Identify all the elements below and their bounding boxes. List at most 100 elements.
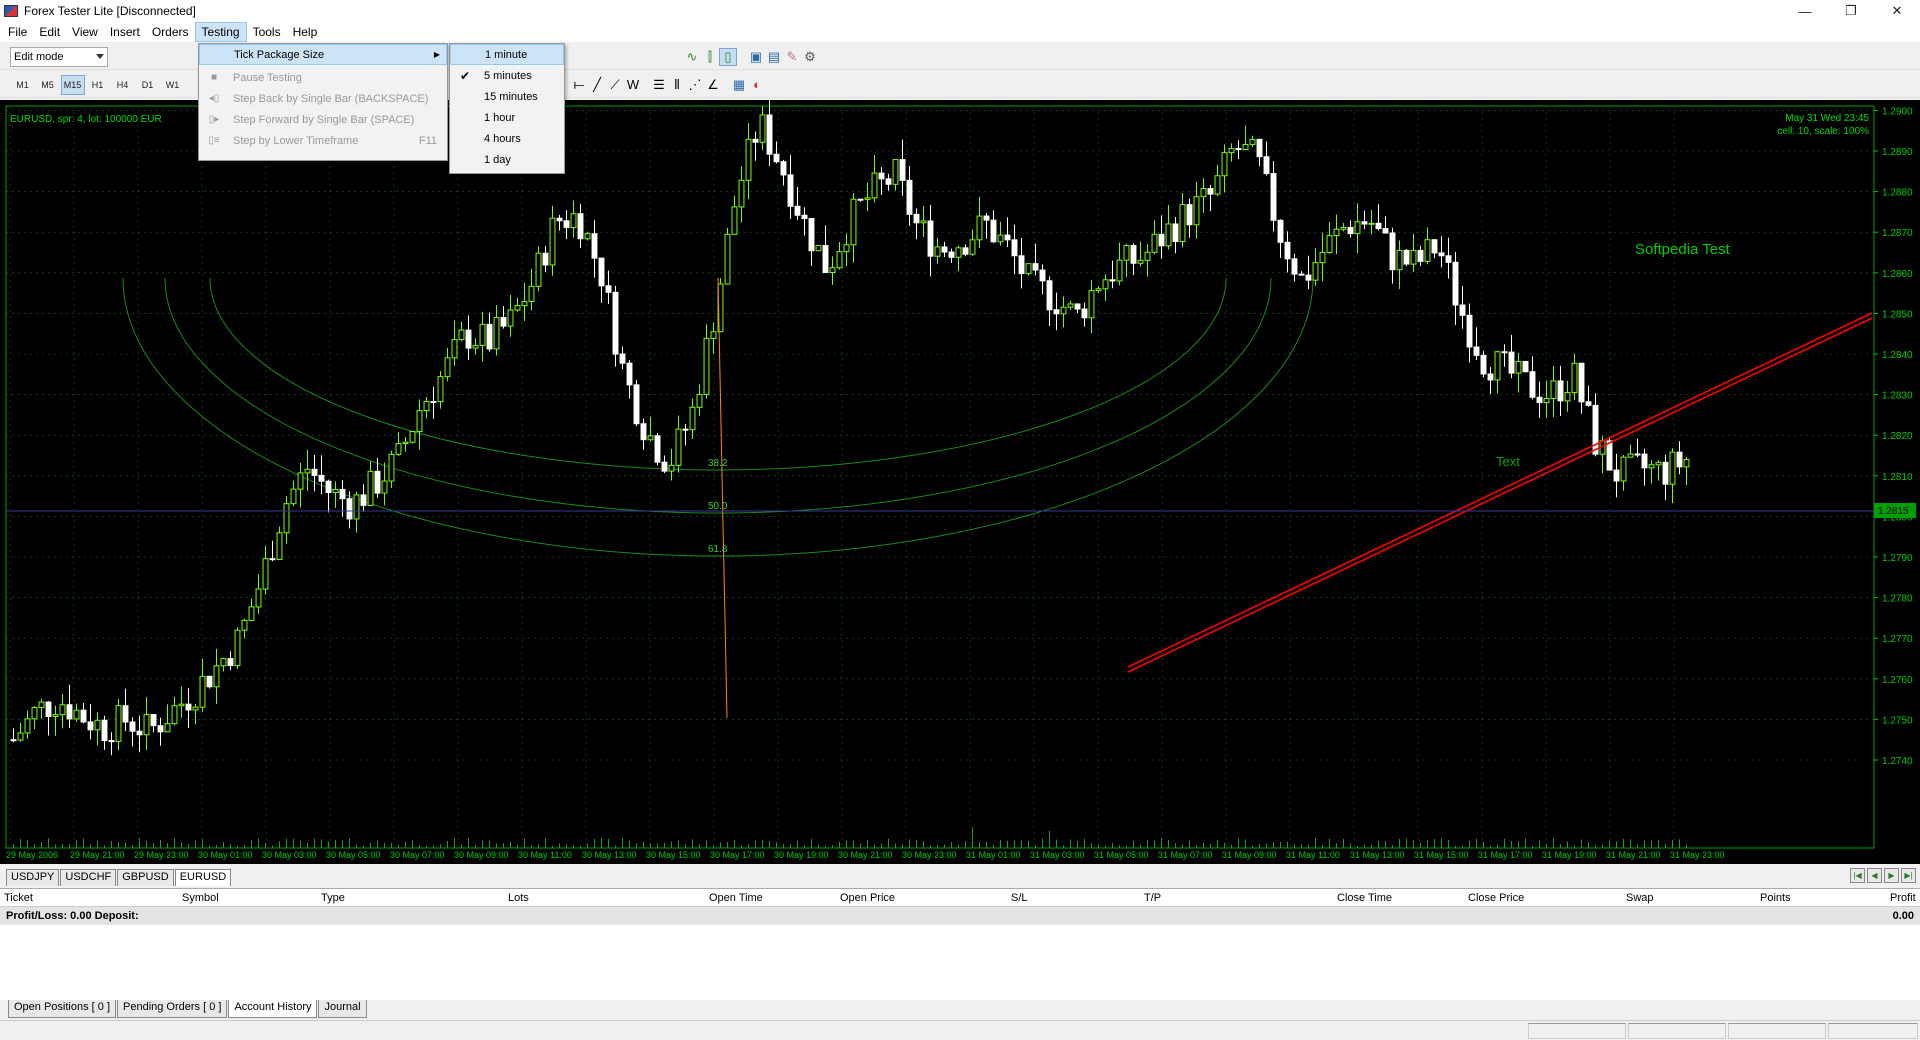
candle-body xyxy=(234,629,241,667)
menu-item-step-back[interactable]: ◂▯ Step Back by Single Bar (BACKSPACE) xyxy=(199,88,447,109)
menu-edit[interactable]: Edit xyxy=(33,22,66,42)
last-tab-icon[interactable]: ▶| xyxy=(1901,868,1916,883)
period-m1-button[interactable]: M1 xyxy=(11,75,35,95)
fan-icon[interactable]: ⋰ xyxy=(686,76,704,94)
period-m15-button[interactable]: M15 xyxy=(60,74,85,95)
menu-item-tick-package-size[interactable]: Tick Package Size ▶ xyxy=(199,44,447,65)
candle-chart-icon[interactable]: ▯ xyxy=(719,47,737,66)
col-close-time[interactable]: Close Time xyxy=(1337,892,1392,904)
y-tick-label: 1.2900 xyxy=(1882,106,1913,117)
candle-body xyxy=(528,285,535,303)
testing-menu: Tick Package Size ▶ ■ Pause Testing ◂▯ S… xyxy=(198,43,448,161)
menu-item-pause-testing[interactable]: ■ Pause Testing xyxy=(199,67,447,88)
minimize-button[interactable]: — xyxy=(1782,0,1828,22)
col-open-time[interactable]: Open Time xyxy=(709,892,763,904)
submenu-item-5-minutes[interactable]: ✔ 5 minutes xyxy=(450,65,564,86)
period-h4-button[interactable]: H4 xyxy=(111,75,135,95)
period-m5-button[interactable]: M5 xyxy=(36,75,60,95)
tab-account-history[interactable]: Account History xyxy=(228,1000,318,1018)
candle-body xyxy=(1060,306,1067,315)
wave-icon[interactable]: W xyxy=(624,76,642,94)
col-ticket[interactable]: Ticket xyxy=(4,892,33,904)
symbol-tab-eurusd[interactable]: EURUSD xyxy=(174,869,232,886)
candle-body xyxy=(899,159,906,181)
close-button[interactable]: ✕ xyxy=(1874,0,1920,22)
submenu-item-1-hour[interactable]: 1 hour xyxy=(450,107,564,128)
tab-open-positions[interactable]: Open Positions [ 0 ] xyxy=(8,1000,116,1018)
edit-mode-value: Edit mode xyxy=(14,50,64,63)
candle-body xyxy=(192,706,199,711)
angle-icon[interactable]: ∠ xyxy=(704,76,722,94)
menu-file[interactable]: File xyxy=(2,22,33,42)
candle-body xyxy=(1214,175,1221,195)
candle-body xyxy=(1606,440,1613,471)
menu-help[interactable]: Help xyxy=(287,22,324,42)
candle-body xyxy=(1417,249,1424,262)
period-w1-button[interactable]: W1 xyxy=(161,75,185,95)
submenu-item-1-minute[interactable]: 1 minute xyxy=(450,44,564,65)
chart-window-icon[interactable]: ▤ xyxy=(765,48,783,66)
step-forward-icon: ▯▸ xyxy=(208,114,220,125)
col-close-price[interactable]: Close Price xyxy=(1468,892,1524,904)
paint-icon[interactable]: ✎ xyxy=(783,48,801,66)
candle-body xyxy=(752,138,759,143)
menu-item-step-forward[interactable]: ▯▸ Step Forward by Single Bar (SPACE) xyxy=(199,109,447,130)
candle-body xyxy=(738,179,745,208)
candle-body xyxy=(1403,249,1410,265)
edit-mode-select[interactable]: Edit mode xyxy=(10,46,108,67)
candle-body xyxy=(1557,380,1564,402)
candle-body xyxy=(206,675,213,688)
next-tab-icon[interactable]: ▶ xyxy=(1884,868,1899,883)
trend-line-icon[interactable]: ╱ xyxy=(588,76,606,94)
col-tp[interactable]: T/P xyxy=(1144,892,1161,904)
col-sl[interactable]: S/L xyxy=(1011,892,1028,904)
col-swap[interactable]: Swap xyxy=(1626,892,1654,904)
vertical-lines-icon[interactable]: ⦀ xyxy=(668,76,686,94)
prev-tab-icon[interactable]: ◀ xyxy=(1867,868,1882,883)
menu-orders[interactable]: Orders xyxy=(146,22,195,42)
period-h1-button[interactable]: H1 xyxy=(86,75,110,95)
candle-body xyxy=(850,198,857,246)
symbol-tab-usdjpy[interactable]: USDJPY xyxy=(6,869,60,886)
candle-body xyxy=(339,488,346,500)
price-chart[interactable]: 38.250.061.8 1.29101.29001.28901.28801.2… xyxy=(0,100,1920,864)
candle-body xyxy=(983,215,990,221)
menu-insert[interactable]: Insert xyxy=(104,22,146,42)
symbol-tab-usdchf[interactable]: USDCHF xyxy=(60,869,117,886)
candle-body xyxy=(59,704,66,716)
horizontal-line-icon[interactable]: ⟝ xyxy=(570,76,588,94)
menu-testing[interactable]: Testing xyxy=(194,22,247,42)
menu-tools[interactable]: Tools xyxy=(247,22,287,42)
new-chart-icon[interactable]: ▣ xyxy=(747,48,765,66)
submenu-item-15-minutes[interactable]: 15 minutes xyxy=(450,86,564,107)
fibo-lines-icon[interactable]: ☰ xyxy=(650,76,668,94)
symbol-tab-gbpusd[interactable]: GBPUSD xyxy=(117,869,174,886)
col-profit[interactable]: Profit xyxy=(1890,892,1916,904)
y-tick-label: 1.2840 xyxy=(1882,350,1913,361)
first-tab-icon[interactable]: |◀ xyxy=(1850,868,1865,883)
color-palette-icon[interactable]: ▦ xyxy=(730,76,748,94)
col-lots[interactable]: Lots xyxy=(508,892,529,904)
settings-icon[interactable]: ⚙ xyxy=(801,48,819,66)
period-d1-button[interactable]: D1 xyxy=(136,75,160,95)
menu-view[interactable]: View xyxy=(66,22,104,42)
col-points[interactable]: Points xyxy=(1760,892,1791,904)
globe-icon[interactable]: ◐ xyxy=(748,76,766,94)
submenu-item-1-day[interactable]: 1 day xyxy=(450,149,564,170)
bar-chart-icon[interactable]: ⫿ xyxy=(701,48,719,66)
col-open-price[interactable]: Open Price xyxy=(840,892,895,904)
maximize-button[interactable]: ❐ xyxy=(1828,0,1874,22)
col-symbol[interactable]: Symbol xyxy=(182,892,219,904)
tab-journal[interactable]: Journal xyxy=(318,1000,367,1018)
candle-body xyxy=(80,709,87,723)
candle-body xyxy=(1620,456,1627,482)
submenu-item-4-hours[interactable]: 4 hours xyxy=(450,128,564,149)
menu-item-step-lower-timeframe[interactable]: ▯≡ Step by Lower Timeframe F11 xyxy=(199,130,447,151)
candle-body xyxy=(808,217,815,252)
candle-body xyxy=(346,498,353,520)
ray-line-icon[interactable]: ⟋ xyxy=(606,76,624,94)
col-type[interactable]: Type xyxy=(321,892,345,904)
window-title: Forex Tester Lite [Disconnected] xyxy=(24,4,196,18)
tab-pending-orders[interactable]: Pending Orders [ 0 ] xyxy=(117,1000,228,1018)
indicator-line-icon[interactable]: ∿ xyxy=(683,48,701,66)
